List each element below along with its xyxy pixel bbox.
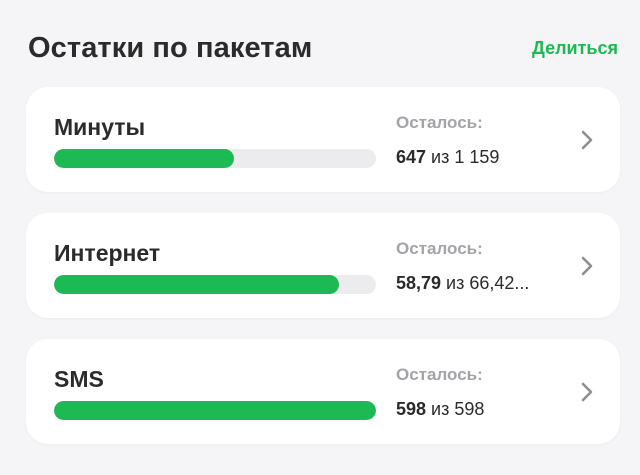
share-button[interactable]: Делиться bbox=[532, 38, 618, 59]
progress-bar-fill bbox=[54, 275, 339, 294]
total-amount: 598 bbox=[454, 399, 485, 419]
package-card-sms[interactable]: SMS Осталось: 598 из 598 bbox=[26, 339, 620, 444]
remaining-amount: 58,79 bbox=[396, 273, 442, 293]
package-name: SMS bbox=[54, 366, 104, 392]
remaining-value: 647 из 1 159 bbox=[396, 147, 499, 168]
of-word: из bbox=[446, 273, 465, 293]
remaining-value: 58,79 из 66,42... bbox=[396, 273, 529, 294]
of-word: из bbox=[431, 147, 450, 167]
chevron-right-icon[interactable] bbox=[580, 129, 594, 151]
progress-bar-fill bbox=[54, 401, 376, 420]
progress-bar-fill bbox=[54, 149, 235, 168]
of-word: из bbox=[431, 399, 450, 419]
package-list: Минуты Осталось: 647 из 1 159 Интернет Ост… bbox=[26, 87, 620, 465]
total-amount: 66,42... bbox=[469, 273, 530, 293]
package-card-internet[interactable]: Интернет Осталось: 58,79 из 66,42... bbox=[26, 213, 620, 318]
progress-bar bbox=[54, 149, 376, 168]
remaining-label: Осталось: bbox=[396, 365, 483, 384]
header: Остатки по пакетам Делиться bbox=[28, 26, 618, 70]
remaining-amount: 647 bbox=[396, 147, 427, 167]
package-name: Минуты bbox=[54, 114, 146, 140]
progress-bar bbox=[54, 401, 376, 420]
package-card-minutes[interactable]: Минуты Осталось: 647 из 1 159 bbox=[26, 87, 620, 192]
total-amount: 1 159 bbox=[454, 147, 500, 167]
page-title: Остатки по пакетам bbox=[28, 31, 313, 64]
chevron-right-icon[interactable] bbox=[580, 255, 594, 277]
progress-bar bbox=[54, 275, 376, 294]
remaining-value: 598 из 598 bbox=[396, 399, 484, 420]
package-name: Интернет bbox=[54, 240, 161, 266]
chevron-right-icon[interactable] bbox=[580, 381, 594, 403]
remaining-amount: 598 bbox=[396, 399, 427, 419]
remaining-label: Осталось: bbox=[396, 239, 483, 258]
remaining-label: Осталось: bbox=[396, 113, 483, 132]
